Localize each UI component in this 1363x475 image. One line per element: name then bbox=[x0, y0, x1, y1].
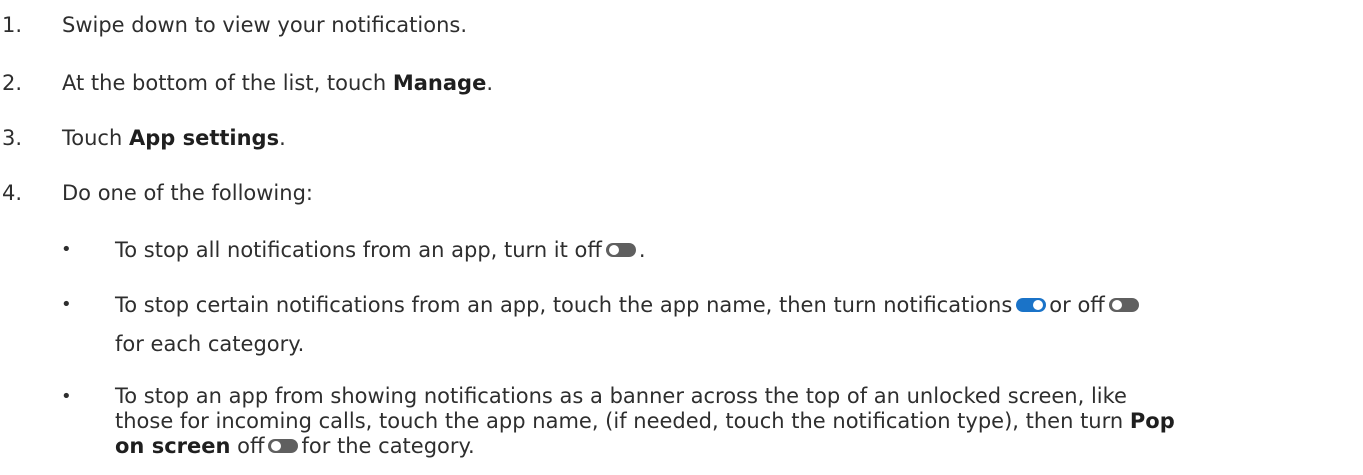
bullet-text-part: To stop certain notifications from an ap… bbox=[115, 293, 1013, 317]
ui-term-manage: Manage bbox=[392, 71, 487, 95]
ui-term-app-settings: App settings bbox=[128, 126, 280, 150]
toggle-knob bbox=[271, 440, 282, 451]
step-text-part: Touch bbox=[62, 126, 129, 150]
step-text: Touch App settings. bbox=[62, 125, 286, 151]
bullet-text-part: To stop all notifications from an app, t… bbox=[115, 238, 602, 262]
bullet-text: To stop certain notifications from an ap… bbox=[115, 292, 1360, 357]
step-number: 4. bbox=[2, 181, 23, 205]
toggle-knob bbox=[1111, 299, 1122, 310]
step-text: Do one of the following: bbox=[62, 181, 313, 205]
step-text: At the bottom of the list, touch Manage. bbox=[62, 70, 493, 96]
bullet-text-part: . bbox=[638, 238, 646, 262]
toggle-off-icon bbox=[605, 242, 636, 257]
bullet-text-part: for the category. bbox=[301, 434, 475, 458]
ui-term-on-screen: on screen bbox=[115, 434, 231, 458]
step-number: 2. bbox=[2, 71, 23, 95]
toggle-off-icon bbox=[268, 438, 299, 453]
bullet-text-part: or off bbox=[1049, 293, 1105, 317]
bullet-dot: • bbox=[61, 294, 72, 315]
step-text-part: At the bottom of the list, touch bbox=[62, 71, 393, 95]
bullet-text-line: To stop an app from showing notification… bbox=[115, 384, 1127, 408]
bullet-text: To stop an app from showing notification… bbox=[115, 384, 1360, 459]
bullet-text-part: off bbox=[237, 434, 265, 458]
step-text-part: . bbox=[279, 126, 286, 150]
bullet-text-line: for each category. bbox=[115, 332, 305, 356]
step-number: 3. bbox=[2, 126, 23, 150]
bullet-dot: • bbox=[61, 386, 72, 407]
instructions-page: 1. Swipe down to view your notifications… bbox=[0, 0, 1363, 475]
bullet-text: To stop all notifications from an app, t… bbox=[115, 237, 1360, 263]
bullet-dot: • bbox=[61, 239, 72, 260]
step-text-part: . bbox=[486, 71, 493, 95]
step-text: Swipe down to view your notifications. bbox=[62, 13, 467, 37]
toggle-off-icon bbox=[1108, 297, 1139, 312]
ui-term-pop: Pop bbox=[1129, 409, 1175, 433]
toggle-knob bbox=[608, 244, 619, 255]
bullet-text-part: those for incoming calls, touch the app … bbox=[115, 409, 1124, 433]
toggle-on-icon bbox=[1016, 297, 1047, 312]
toggle-knob bbox=[1033, 299, 1044, 310]
step-number: 1. bbox=[2, 13, 23, 37]
